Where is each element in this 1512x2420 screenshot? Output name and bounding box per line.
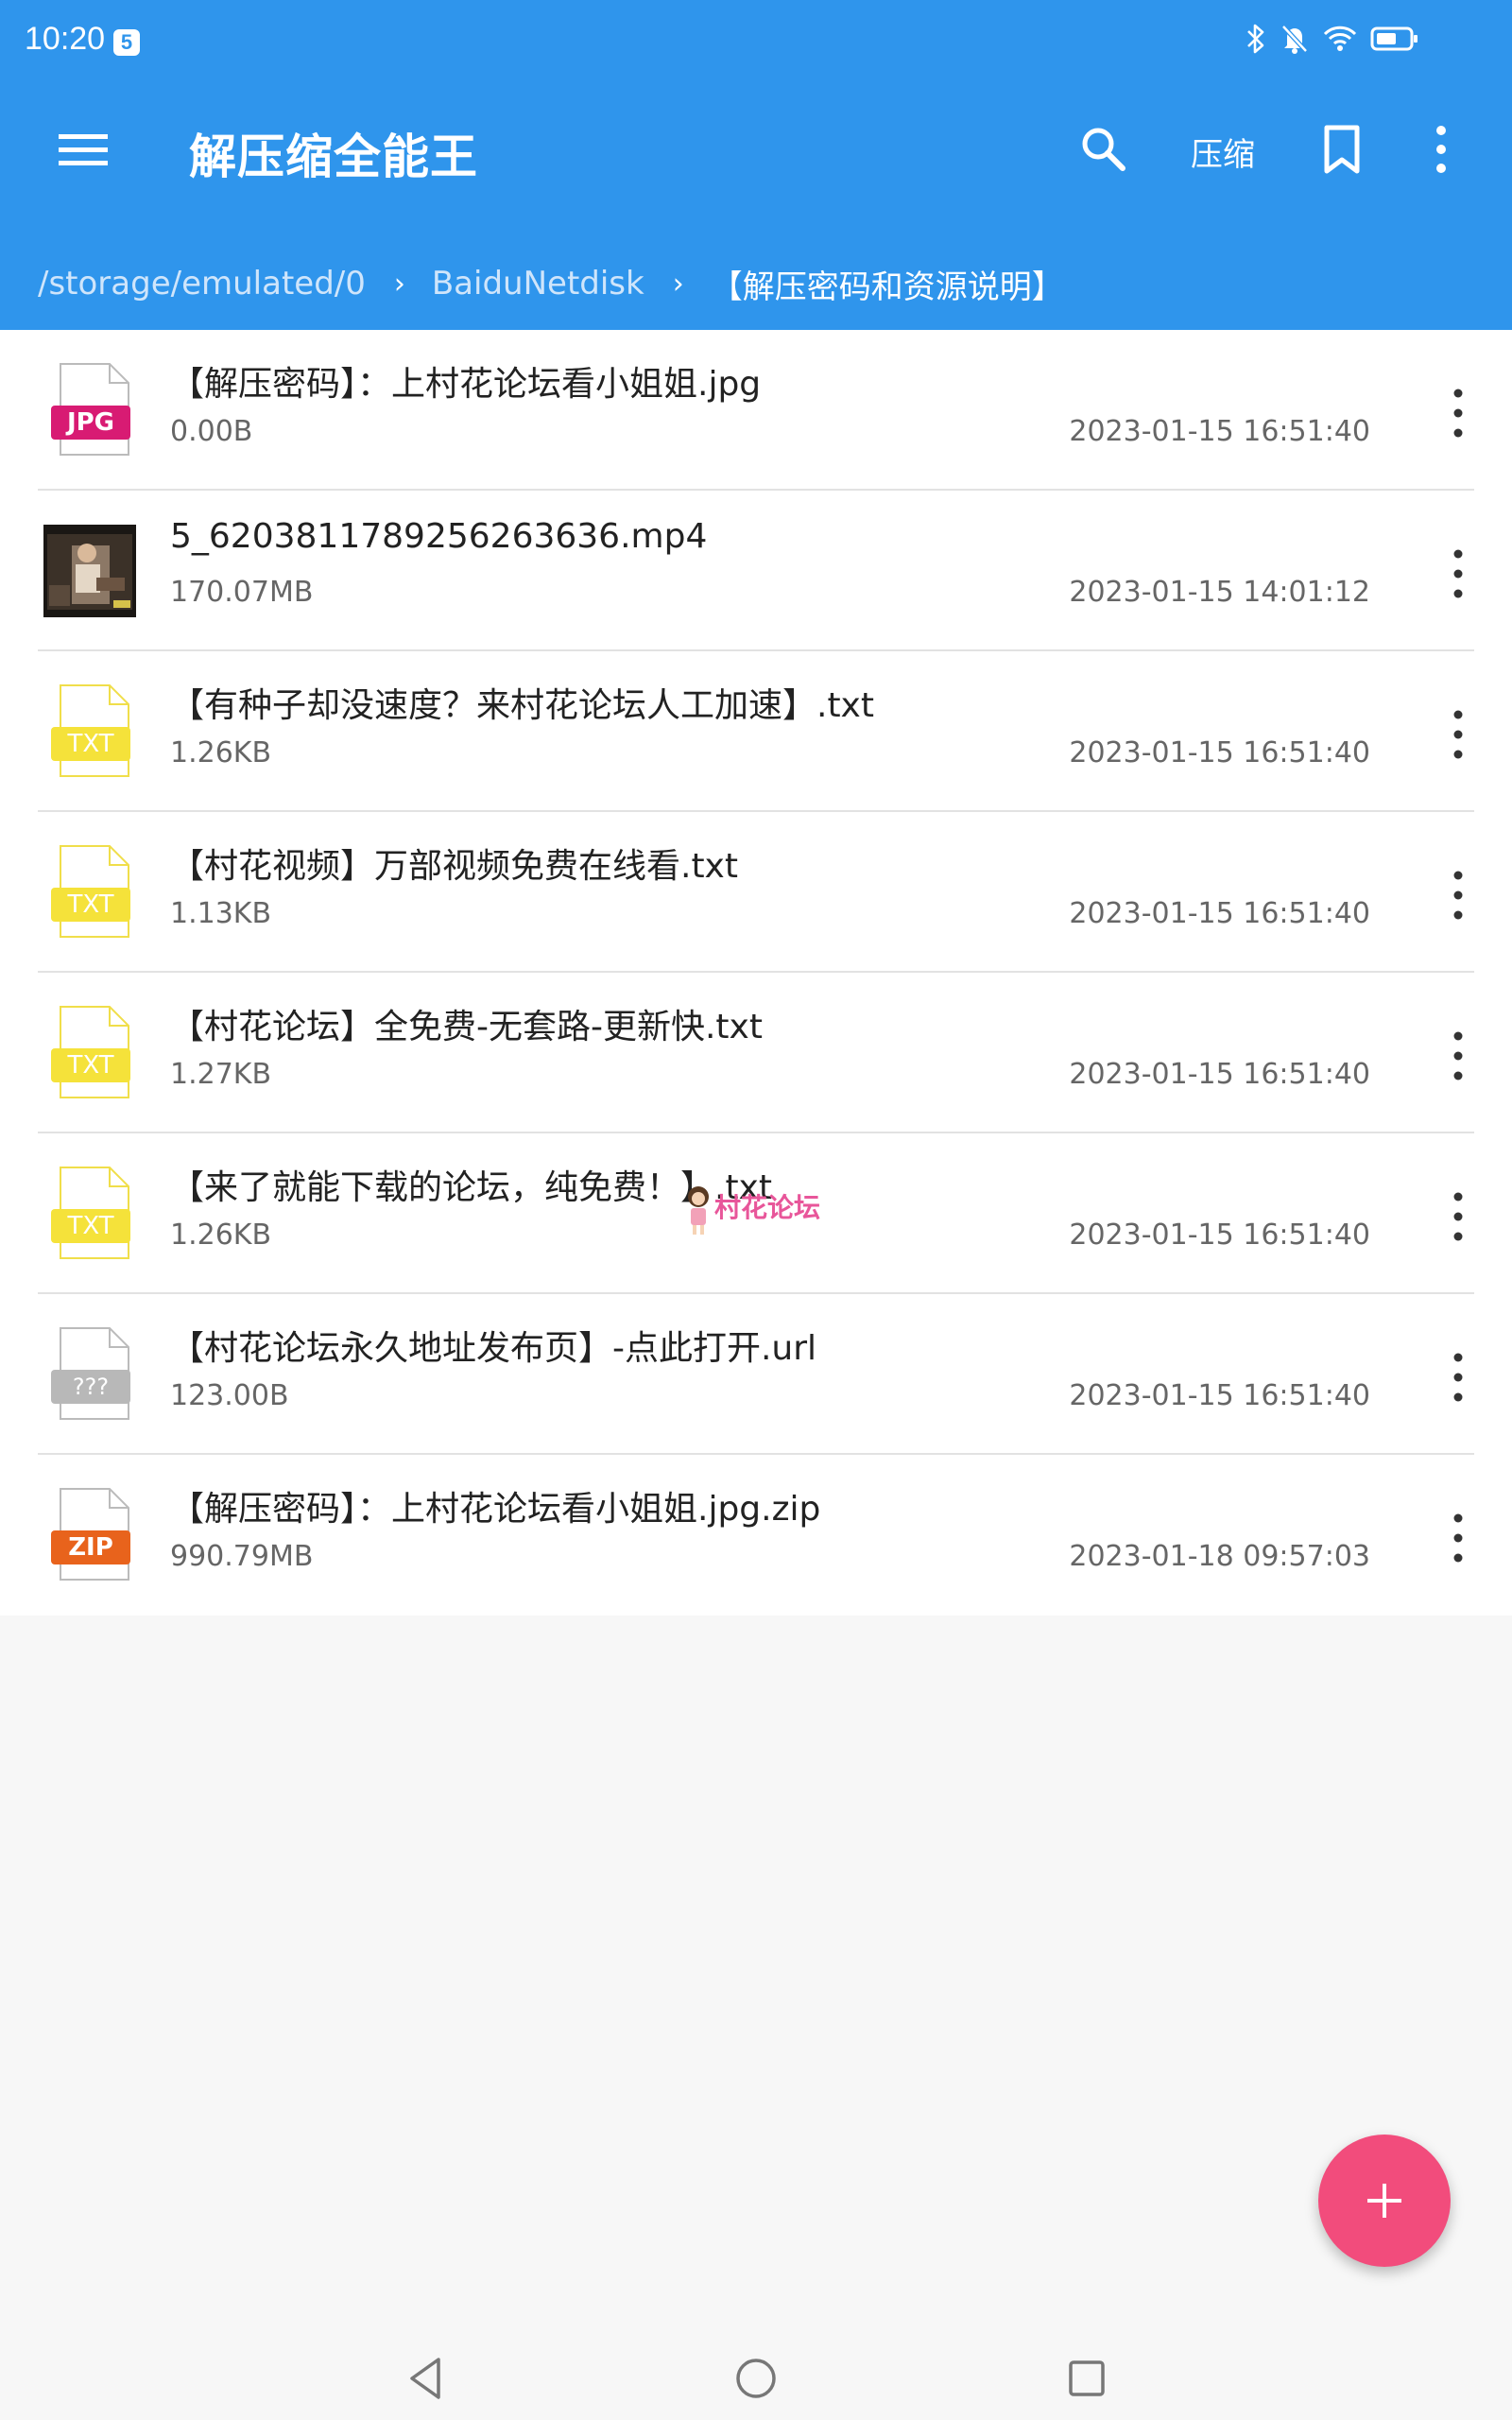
file-name: 【来了就能下载的论坛，纯免费！】.txt	[170, 1168, 772, 1207]
file-name: 【村花论坛】全免费-无套路-更新快.txt	[170, 1008, 763, 1046]
file-size: 123.00B	[170, 1379, 289, 1412]
row-more-icon[interactable]	[1444, 1188, 1472, 1245]
app-title: 解压缩全能王	[189, 130, 478, 184]
row-more-icon[interactable]	[1444, 1349, 1472, 1406]
txt-file-icon: TXT	[51, 845, 130, 938]
file-name: 【村花视频】万部视频免费在线看.txt	[170, 847, 738, 886]
txt-file-icon: TXT	[51, 684, 130, 777]
breadcrumb-item-current[interactable]: 【解压密码和资源说明】	[711, 261, 1064, 307]
file-date: 2023-01-18 09:57:03	[1069, 1540, 1370, 1573]
file-name: 【有种子却没速度？来村花论坛人工加速】.txt	[170, 686, 874, 725]
notification-badge: 5	[113, 29, 140, 56]
bookmark-icon[interactable]	[1323, 125, 1361, 174]
file-row[interactable]: ??? 【村花论坛永久地址发布页】-点此打开.url 123.00B 2023-…	[0, 1294, 1512, 1455]
compress-button[interactable]: 压缩	[1191, 129, 1255, 175]
watermark: 村花论坛	[684, 1184, 835, 1240]
jpg-file-icon: JPG	[51, 363, 130, 456]
search-icon[interactable]	[1079, 125, 1126, 172]
unknown-file-icon: ???	[51, 1327, 130, 1420]
video-thumbnail	[43, 525, 136, 617]
row-more-icon[interactable]	[1444, 385, 1472, 441]
row-more-icon[interactable]	[1444, 1028, 1472, 1084]
add-fab-button[interactable]	[1318, 2135, 1451, 2267]
svg-text:JPG: JPG	[65, 408, 114, 437]
file-row[interactable]: 5_6203811789256263636.mp4 170.07MB 2023-…	[0, 491, 1512, 651]
file-date: 2023-01-15 16:51:40	[1069, 415, 1370, 448]
breadcrumb-item-root[interactable]: /storage/emulated/0	[38, 265, 366, 302]
file-name: 5_6203811789256263636.mp4	[170, 517, 708, 556]
txt-file-icon: TXT	[51, 1167, 130, 1259]
file-name: 【村花论坛永久地址发布页】-点此打开.url	[170, 1329, 817, 1368]
file-size: 1.26KB	[170, 1219, 272, 1252]
zip-file-icon: ZIP	[51, 1488, 130, 1581]
wifi-icon	[1323, 26, 1357, 51]
row-more-icon[interactable]	[1444, 545, 1472, 602]
watermark-text: 村花论坛	[714, 1192, 821, 1223]
bluetooth-icon	[1247, 24, 1264, 54]
svg-text:TXT: TXT	[66, 1051, 113, 1080]
row-more-icon[interactable]	[1444, 706, 1472, 763]
row-more-icon[interactable]	[1444, 867, 1472, 924]
file-row[interactable]: TXT 【有种子却没速度？来村花论坛人工加速】.txt 1.26KB 2023-…	[0, 651, 1512, 812]
svg-text:TXT: TXT	[66, 1212, 113, 1240]
menu-icon[interactable]	[59, 130, 108, 170]
file-row[interactable]: TXT 【村花论坛】全免费-无套路-更新快.txt 1.27KB 2023-01…	[0, 973, 1512, 1133]
file-date: 2023-01-15 16:51:40	[1069, 1379, 1370, 1412]
file-date: 2023-01-15 16:51:40	[1069, 897, 1370, 930]
svg-text:TXT: TXT	[66, 730, 113, 758]
plus-icon	[1367, 2184, 1401, 2218]
mute-bell-icon	[1281, 25, 1308, 54]
file-size: 990.79MB	[170, 1540, 314, 1573]
status-icons	[1246, 23, 1419, 55]
girl-mascot-icon	[688, 1186, 709, 1235]
file-date: 2023-01-15 16:51:40	[1069, 1219, 1370, 1252]
file-size: 1.27KB	[170, 1058, 272, 1091]
svg-text:ZIP: ZIP	[68, 1533, 113, 1562]
chevron-right-icon: ›	[393, 267, 405, 301]
file-date: 2023-01-15 14:01:12	[1069, 576, 1370, 609]
file-size: 170.07MB	[170, 576, 314, 609]
system-nav-bar	[0, 2340, 1512, 2420]
svg-text:???: ???	[73, 1374, 109, 1400]
file-name: 【解压密码】：上村花论坛看小姐姐.jpg	[170, 365, 762, 404]
home-icon[interactable]	[733, 2356, 779, 2401]
file-row[interactable]: ZIP 【解压密码】：上村花论坛看小姐姐.jpg.zip 990.79MB 20…	[0, 1455, 1512, 1616]
svg-text:TXT: TXT	[66, 890, 113, 919]
battery-icon	[1370, 26, 1418, 51]
file-row[interactable]: JPG 【解压密码】：上村花论坛看小姐姐.jpg 0.00B 2023-01-1…	[0, 330, 1512, 491]
recents-icon[interactable]	[1066, 2358, 1108, 2399]
txt-file-icon: TXT	[51, 1006, 130, 1098]
file-date: 2023-01-15 16:51:40	[1069, 736, 1370, 769]
file-name: 【解压密码】：上村花论坛看小姐姐.jpg.zip	[170, 1490, 821, 1529]
file-row[interactable]: TXT 【村花视频】万部视频免费在线看.txt 1.13KB 2023-01-1…	[0, 812, 1512, 973]
app-bar: 10:20 5 解压缩全能王 压缩 /storage/emulated/0 › …	[0, 0, 1512, 330]
breadcrumb-item-baidunetdisk[interactable]: BaiduNetdisk	[432, 265, 644, 302]
row-more-icon[interactable]	[1444, 1510, 1472, 1566]
chevron-right-icon: ›	[672, 267, 684, 301]
file-size: 0.00B	[170, 415, 253, 448]
file-size: 1.26KB	[170, 736, 272, 769]
file-size: 1.13KB	[170, 897, 272, 930]
more-options-icon[interactable]	[1427, 123, 1455, 176]
file-date: 2023-01-15 16:51:40	[1069, 1058, 1370, 1091]
back-icon[interactable]	[404, 2355, 446, 2402]
breadcrumb: /storage/emulated/0 › BaiduNetdisk › 【解压…	[38, 260, 1064, 307]
status-time: 10:20	[25, 21, 106, 57]
file-list: JPG 【解压密码】：上村花论坛看小姐姐.jpg 0.00B 2023-01-1…	[0, 330, 1512, 1616]
